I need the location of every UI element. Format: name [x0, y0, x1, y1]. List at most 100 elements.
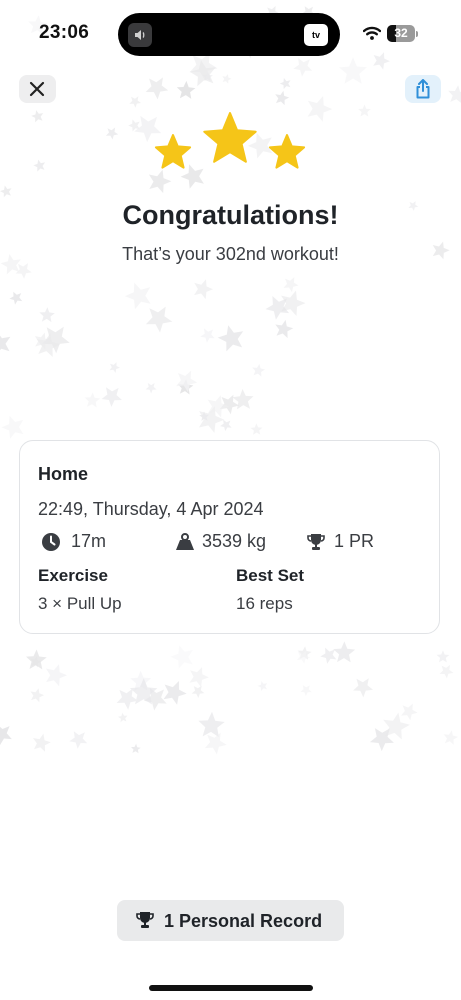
- confetti-star-icon: [69, 731, 88, 749]
- duration-value: 17m: [71, 531, 107, 551]
- confetti-star-icon: [333, 641, 356, 663]
- confetti-star-icon: [383, 712, 410, 740]
- confetti-star-icon: [297, 646, 312, 660]
- confetti-star-icon: [124, 282, 151, 310]
- confetti-star-icon: [194, 279, 213, 300]
- confetti-star-icon: [0, 335, 11, 352]
- confetti-star-icon: [0, 185, 12, 198]
- trophy-icon: [136, 912, 154, 928]
- battery-icon: 32: [387, 25, 415, 42]
- confetti-star-icon: [30, 688, 45, 703]
- confetti-star-icon: [109, 362, 120, 373]
- confetti-star-icon: [191, 685, 205, 698]
- confetti-star-icon: [9, 291, 23, 305]
- home-indicator[interactable]: [149, 985, 313, 991]
- personal-record-label: 1 Personal Record: [164, 911, 323, 931]
- pr-value: 1 PR: [334, 531, 375, 551]
- volume-value: 3539 kg: [202, 531, 267, 551]
- close-icon: [29, 81, 45, 97]
- confetti-star-icon: [281, 290, 306, 316]
- confetti-star-icon: [443, 730, 458, 745]
- confetti-star-icon: [143, 687, 167, 711]
- confetti-star-icon: [129, 678, 158, 705]
- workout-title: Home: [38, 464, 89, 484]
- workout-summary-card[interactable]: Home 22:49, Thursday, 4 Apr 2024 17m 353…: [19, 440, 440, 634]
- personal-record-button[interactable]: 1 Personal Record: [117, 900, 344, 941]
- confetti-star-icon: [128, 119, 140, 132]
- confetti-star-icon: [219, 394, 240, 415]
- confetti-star-icon: [353, 678, 373, 698]
- confetti-star-icon: [145, 306, 173, 333]
- confetti-star-icon: [207, 395, 230, 418]
- dynamic-island: tv: [118, 13, 340, 56]
- confetti-star-icon: [34, 332, 51, 350]
- confetti-star-icon: [129, 96, 141, 108]
- confetti-star-icon: [283, 277, 299, 293]
- best-set-column-header: Best Set: [236, 566, 305, 585]
- confetti-star-icon: [163, 681, 187, 705]
- exercise-column-header: Exercise: [38, 566, 108, 585]
- status-bar: 23:06 tv 32: [0, 0, 461, 66]
- confetti-star-icon: [279, 78, 291, 90]
- confetti-star-icon: [145, 77, 169, 100]
- confetti-star-icon: [401, 703, 418, 721]
- star-icon: [154, 134, 192, 169]
- workout-datetime: 22:49, Thursday, 4 Apr 2024: [38, 499, 264, 519]
- confetti-star-icon: [39, 307, 55, 323]
- confetti-star-icon: [275, 319, 294, 339]
- tv-badge-label: tv: [311, 30, 320, 40]
- confetti-star-icon: [320, 647, 337, 664]
- confetti-star-icon: [199, 411, 210, 421]
- best-set-value: 16 reps: [236, 594, 293, 613]
- confetti-star-icon: [369, 728, 394, 752]
- confetti-star-icon: [220, 419, 232, 432]
- battery-cap: [416, 31, 418, 37]
- confetti-star-icon: [177, 379, 194, 395]
- trophy-icon: [307, 534, 325, 550]
- confetti-star-icon: [1, 415, 24, 439]
- exercise-name: 3 × Pull Up: [38, 594, 122, 613]
- confetti-star-icon: [257, 681, 268, 691]
- confetti-star-icon: [436, 650, 450, 663]
- confetti-star-icon: [176, 370, 198, 393]
- share-button[interactable]: [405, 75, 441, 103]
- confetti-star-icon: [250, 423, 263, 435]
- speaker-icon: [128, 23, 152, 47]
- confetti-star-icon: [252, 363, 265, 377]
- confetti-star-icon: [116, 688, 139, 710]
- confetti-star-icon: [222, 74, 232, 84]
- confetti-star-icon: [296, 650, 311, 664]
- confetti-star-icon: [204, 732, 227, 755]
- confetti-star-icon: [358, 104, 371, 117]
- confetti-star-icon: [232, 389, 254, 410]
- confetti-star-icon: [300, 685, 312, 696]
- confetti-star-icon: [130, 670, 152, 691]
- confetti-star-icon: [176, 80, 196, 99]
- confetti-star-icon: [200, 328, 215, 343]
- confetti-star-icon: [31, 110, 44, 123]
- confetti-star-icon: [131, 743, 141, 754]
- confetti-star-icon: [307, 96, 333, 122]
- confetti-star-icon: [265, 296, 290, 320]
- confetti-star-icon: [42, 326, 70, 354]
- confetti-star-icon: [46, 664, 68, 687]
- confetti-star-icon: [202, 71, 213, 82]
- clock-icon: [42, 533, 60, 551]
- star-icon: [203, 112, 257, 163]
- confetti-star-icon: [189, 667, 209, 688]
- confetti-star-icon: [118, 712, 128, 723]
- wifi-icon: [363, 26, 381, 40]
- rating-stars: [154, 112, 306, 169]
- congratulations-title: Congratulations!: [122, 200, 339, 230]
- workout-count-subtitle: That’s your 302nd workout!: [122, 244, 339, 264]
- confetti-star-icon: [275, 90, 290, 106]
- confetti-star-icon: [170, 645, 193, 669]
- confetti-star-icon: [33, 733, 51, 752]
- confetti-star-icon: [15, 263, 32, 279]
- confetti-star-icon: [101, 387, 122, 407]
- apple-tv-icon: tv: [304, 24, 328, 46]
- star-icon: [268, 134, 306, 169]
- close-button[interactable]: [19, 75, 56, 103]
- confetti-star-icon: [105, 127, 119, 140]
- weight-icon: [176, 533, 194, 550]
